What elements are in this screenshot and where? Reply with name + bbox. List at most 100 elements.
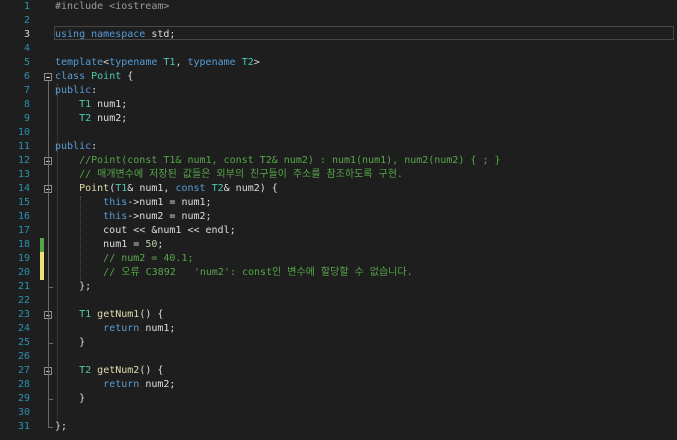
code-token: T1 (115, 183, 128, 194)
code-line[interactable]: T1 getNum1() { (55, 308, 163, 322)
code-token: T2 (79, 365, 92, 376)
code-line[interactable]: // 오류 C3892 'num2': const인 변수에 할당할 수 없습니… (55, 266, 413, 280)
code-token: public (55, 85, 92, 96)
code-token: // 매개변수에 저장된 값들은 외부의 친구들이 주소를 참조하도록 구현. (79, 169, 403, 180)
code-token: }; (55, 281, 92, 292)
code-token: () { (139, 309, 164, 320)
code-token: template (55, 57, 104, 68)
code-line[interactable]: }; (55, 280, 91, 294)
code-token: num1; (139, 323, 176, 334)
code-token: class (55, 71, 86, 82)
code-line[interactable]: //Point(const T1& num1, const T2& num2) … (55, 154, 501, 168)
code-line[interactable]: } (55, 392, 85, 406)
code-line[interactable]: T2 getNum2() { (55, 364, 163, 378)
code-line[interactable]: } (55, 336, 85, 350)
code-token: { (121, 71, 134, 82)
code-token: const (175, 183, 206, 194)
fold-range-line (48, 375, 49, 399)
code-line[interactable]: // 매개변수에 저장된 값들은 외부의 친구들이 주소를 참조하도록 구현. (55, 168, 403, 182)
code-token: namespace (91, 29, 146, 40)
indent-guide (80, 196, 81, 280)
code-token: num2; (91, 113, 128, 124)
code-token: T1 (79, 309, 92, 320)
code-token: ; (157, 239, 164, 250)
code-token: // 오류 C3892 'num2': const인 변수에 할당할 수 없습니… (103, 267, 413, 278)
code-line[interactable]: return num1; (55, 322, 175, 336)
code-token: return (103, 379, 140, 390)
fold-range-end (48, 427, 53, 428)
code-token: getNum1 (97, 309, 140, 320)
code-line[interactable]: // num2 = 40.1; (55, 252, 193, 266)
code-token: getNum2 (97, 365, 140, 376)
code-token: T1 (79, 99, 92, 110)
code-line[interactable]: public: (55, 140, 97, 154)
code-token: // num2 = 40.1; (103, 253, 194, 264)
code-line[interactable]: template<typename T1, typename T2> (55, 56, 260, 70)
code-token: this (103, 211, 128, 222)
code-token: #include <iostream> (55, 1, 170, 12)
code-line[interactable]: return num2; (55, 378, 175, 392)
code-token: , (175, 57, 188, 68)
code-token: & num2) { (223, 183, 278, 194)
code-token: T2 (79, 113, 92, 124)
code-line[interactable]: public: (55, 84, 97, 98)
code-line[interactable]: this->num2 = num2; (55, 210, 212, 224)
fold-range-line (48, 319, 49, 343)
code-token: } (55, 337, 86, 348)
indent-guide (57, 84, 58, 420)
fold-toggle-icon[interactable] (44, 73, 52, 81)
code-token: this (103, 197, 128, 208)
code-token: num1; (91, 99, 128, 110)
code-line[interactable]: T2 num2; (55, 112, 127, 126)
code-token: T1 (163, 57, 176, 68)
code-token: num1 = (55, 239, 146, 250)
change-marker (40, 238, 44, 252)
code-token: ->num1 = num1; (127, 197, 212, 208)
code-token: ->num2 = num2; (127, 211, 212, 222)
code-line[interactable]: num1 = 50; (55, 238, 163, 252)
code-token: typename (187, 57, 236, 68)
code-line[interactable]: class Point { (55, 70, 133, 84)
code-line[interactable]: cout << &num1 << endl; (55, 224, 236, 238)
code-token: num2; (139, 379, 176, 390)
code-area[interactable]: #include <iostream> using namespace std; t… (0, 0, 677, 440)
code-token: typename (109, 57, 158, 68)
fold-range-line (48, 193, 49, 287)
code-token: & num1, (127, 183, 176, 194)
code-token: return (103, 323, 140, 334)
change-marker (40, 266, 44, 280)
code-token: //Point(const T1& num1, const T2& num2) … (79, 155, 501, 166)
code-token: std; (145, 29, 176, 40)
code-line[interactable]: }; (55, 420, 67, 434)
fold-range-end (48, 399, 53, 400)
code-line[interactable]: this->num1 = num1; (55, 196, 212, 210)
fold-range-end (48, 343, 53, 344)
code-line[interactable]: using namespace std; (55, 28, 175, 42)
code-token: 50 (145, 239, 158, 250)
code-token: } (55, 393, 86, 404)
code-token: T2 (241, 57, 254, 68)
code-token: cout << &num1 << endl; (55, 225, 236, 236)
code-line[interactable]: #include <iostream> (55, 0, 169, 14)
code-token: : (91, 85, 98, 96)
code-token: () { (139, 365, 164, 376)
code-line[interactable]: T1 num1; (55, 98, 127, 112)
change-marker (40, 252, 44, 266)
code-token: > (253, 57, 260, 68)
code-token: }; (55, 421, 68, 432)
code-token: : (91, 141, 98, 152)
code-editor[interactable]: 1 2 3 4 5 6 7 8 9 10 11 12 13 14 15 16 17 18 19 20 21 22 23 24 2… (0, 0, 677, 440)
code-token: public (55, 141, 92, 152)
code-token: Point (79, 183, 110, 194)
code-line[interactable]: Point(T1& num1, const T2& num2) { (55, 182, 278, 196)
code-token: T2 (211, 183, 224, 194)
